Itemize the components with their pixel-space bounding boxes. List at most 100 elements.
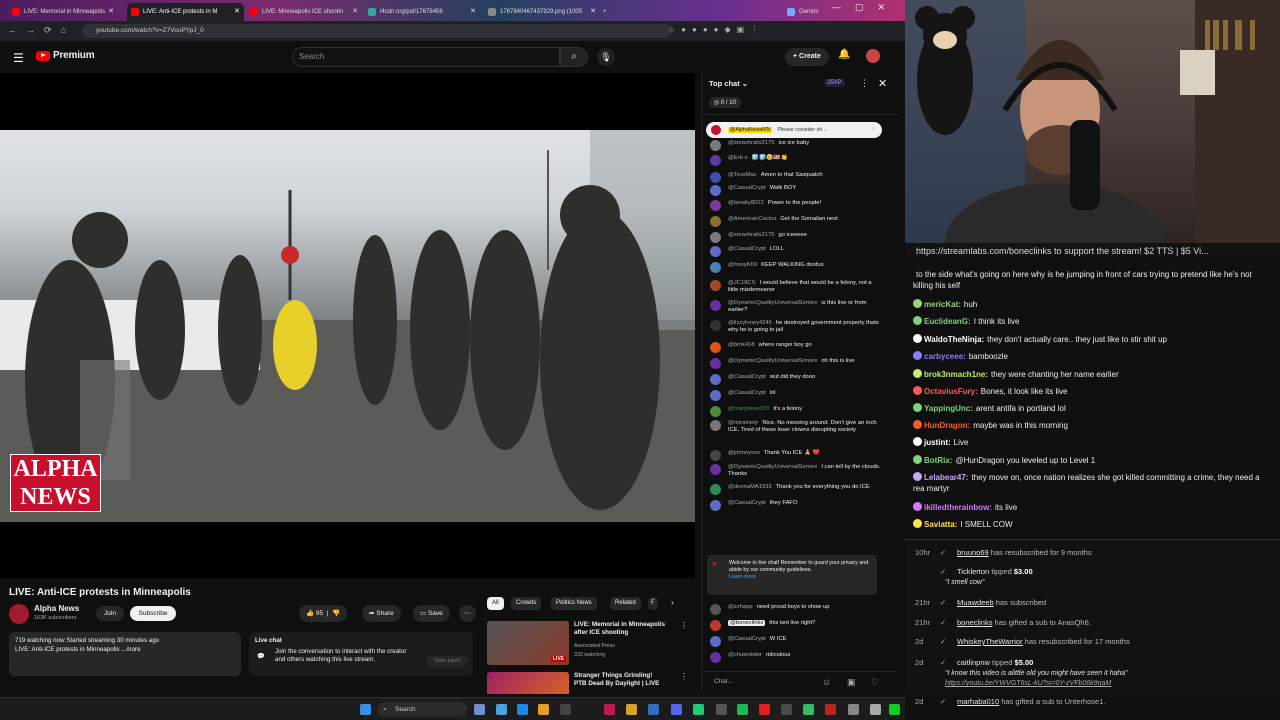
more-vertical-icon[interactable]: ⋮ (871, 122, 876, 138)
spotify-icon[interactable] (737, 704, 748, 715)
chat-message[interactable]: @CasualCrypt lol (710, 390, 882, 401)
checkmark-icon[interactable]: ✓ (940, 637, 946, 647)
chat-author[interactable]: @smashrails2175 (728, 140, 774, 146)
stream-chat-user[interactable]: WaldoTheNinja: (924, 335, 984, 344)
create-button[interactable]: + Create (785, 48, 829, 66)
chat-message[interactable]: @zzhapp need proud boys to show up (710, 604, 882, 615)
window-controls[interactable]: —▢✕ (832, 2, 899, 13)
search-input[interactable]: Search (292, 47, 560, 67)
chat-author[interactable]: @CasualCrypt (728, 185, 766, 191)
channel-name[interactable]: Alpha News (34, 604, 79, 613)
discord-icon[interactable] (671, 704, 682, 715)
more-vertical-icon[interactable]: ⋮ (680, 672, 687, 681)
chat-author[interactable]: @DynamicQualityUniversalSonore (728, 464, 817, 470)
checkmark-icon[interactable]: ✓ (940, 567, 946, 577)
taskbar-app-icon[interactable] (825, 704, 836, 715)
taskbar-app-icon[interactable] (496, 704, 507, 715)
event-user[interactable]: Ticklerton (957, 567, 989, 576)
chat-author[interactable]: @Erk-o (728, 155, 748, 161)
stream-chat-user[interactable]: YappingUnc: (924, 404, 973, 413)
stream-chat-user[interactable]: BotRix: (924, 456, 952, 465)
browser-tab[interactable]: i4cdn.org/pol/17678456 ✕ (364, 3, 480, 21)
checkmark-icon[interactable]: ✓ (940, 658, 946, 668)
taskbar-app-icon[interactable] (848, 704, 859, 715)
new-tab-button[interactable]: + (603, 3, 613, 21)
taskbar-app-icon[interactable] (693, 704, 704, 715)
checkmark-icon[interactable]: ✓ (940, 618, 946, 628)
chat-author[interactable]: @johnnysss (728, 450, 760, 456)
chat-message[interactable]: @DynamicQualityUniversalSonore I can tell… (710, 464, 882, 478)
close-tab-icon[interactable]: ✕ (352, 3, 358, 21)
chat-author[interactable]: @donnaMA1933 (728, 484, 772, 490)
join-button[interactable]: Join (96, 606, 124, 621)
recommended-video[interactable]: LIVE LIVE: Memorial in Minneapolis after … (487, 621, 688, 665)
account-avatar[interactable] (866, 49, 880, 63)
chat-message[interactable]: @DynamicQualityUniversalSonore is this li… (710, 300, 882, 314)
tip-link[interactable]: https://youtu.be/YWVGT6sL-kU?si=0Y-zVFb0… (945, 680, 1111, 687)
chat-message[interactable]: @DynamicQualityUniversalSonore oh this is… (710, 358, 882, 369)
search-button[interactable]: ⌕ (560, 47, 588, 67)
chevron-right-icon[interactable]: › (671, 598, 674, 607)
chat-message[interactable]: @CasualCrypt they FAFO (710, 500, 882, 511)
chat-author[interactable]: @bmk418 (728, 342, 755, 348)
channel-avatar[interactable] (9, 604, 29, 624)
chat-author[interactable]: @CasualCrypt (728, 374, 766, 380)
chat-message[interactable]: @foreyK69 KEEP WALKING doofus (710, 262, 882, 273)
browser-tab[interactable]: LIVE: Memorial in Minneapolis ✕ (8, 3, 118, 21)
browser-tab[interactable]: LIVE: Minneapolis ICE shootin ✕ (246, 3, 362, 21)
xp-badge[interactable]: 25XP (824, 79, 845, 87)
chat-author[interactable]: @CasualCrypt (728, 500, 766, 506)
recommended-video[interactable]: Stranger Things Grinding! PTB Dead By Day… (487, 672, 687, 694)
stream-chat-user[interactable]: carbyceee: (924, 352, 966, 361)
close-tab-icon[interactable]: ✕ (590, 3, 596, 21)
checkmark-icon[interactable]: ✓ (940, 598, 946, 608)
chat-author[interactable]: @TessMac (728, 172, 757, 178)
chat-goal-counter[interactable]: ◎ 0 / 10 (709, 97, 741, 108)
share-button[interactable]: ➦ Share (362, 605, 401, 622)
chat-author[interactable]: @DynamicQualityUniversalSonore (728, 358, 817, 364)
gift-icon[interactable]: ▣ (847, 672, 856, 692)
close-tab-icon[interactable]: ✕ (108, 3, 114, 21)
chip-more[interactable]: F (648, 597, 658, 610)
stream-chat-user[interactable]: ikilledtherainbow: (924, 503, 992, 512)
chat-message[interactable]: @chuteslider ridiculous (710, 652, 882, 663)
checkmark-icon[interactable]: ✓ (940, 697, 946, 707)
stream-chat-user[interactable]: OctaviusFury: (924, 387, 978, 396)
chat-message[interactable]: @boneclinks this isnt live right? (710, 620, 882, 631)
taskbar-app-icon[interactable] (560, 704, 571, 715)
taskbar-app-icon[interactable] (474, 704, 485, 715)
chat-message[interactable]: @donnaMA1933 Thank you for everything you… (710, 484, 882, 495)
chat-author[interactable]: @AmericanCactus (728, 216, 776, 222)
event-user[interactable]: WhiskeyTheWarrior (957, 637, 1023, 646)
chat-message[interactable]: @johnnysss Thank You ICE 🙏 ❤️ (710, 450, 882, 461)
taskbar-app-icon[interactable] (889, 704, 900, 715)
chat-message[interactable]: @AmericanCactus Get the Somalian next (710, 216, 882, 227)
chip-related[interactable]: Related (610, 597, 641, 610)
chip-politics-news[interactable]: Politics News (551, 597, 597, 610)
close-chat-icon[interactable]: ✕ (878, 77, 887, 90)
stream-chat-user[interactable]: justint: (924, 438, 951, 447)
chat-message[interactable]: @CasualCrypt wut did they dooo (710, 374, 882, 385)
notifications-bell-icon[interactable]: 🔔 (838, 49, 850, 60)
top-chat-dropdown[interactable]: Top chat ⌄ (709, 79, 748, 88)
emoji-icon[interactable]: ☺ (822, 672, 831, 692)
close-tab-icon[interactable]: ✕ (470, 3, 476, 21)
taskbar-app-icon[interactable] (604, 704, 615, 715)
chat-author[interactable]: @zzhapp (728, 604, 753, 610)
chat-author[interactable]: @smashrails2175 (728, 232, 774, 238)
more-vertical-icon[interactable]: ⋮ (680, 621, 688, 630)
chat-author[interactable]: @CasualCrypt (728, 246, 766, 252)
chat-message[interactable]: @CasualCrypt Walk BOY (710, 185, 882, 196)
chat-author[interactable]: @JC18CS (728, 280, 755, 286)
taskbar-app-icon[interactable] (716, 704, 727, 715)
video-player[interactable]: ALPHA NEWS (0, 73, 695, 578)
browser-tab-active[interactable]: LIVE: Anti-ICE protests in M ✕ (127, 3, 244, 21)
learn-more-link[interactable]: Learn more (729, 574, 871, 581)
chat-author[interactable]: @boneclinks (728, 620, 766, 626)
chat-message[interactable]: @smashrails2175 go iceeeee (710, 232, 882, 243)
like-dislike-button[interactable]: 👍 95 | 👎 (299, 605, 348, 622)
chat-message[interactable]: @CasualCrypt LOLL (710, 246, 882, 257)
hamburger-menu-icon[interactable]: ☰ (13, 51, 24, 65)
chat-message[interactable]: @lizzyloney4245 he destroyed government p… (710, 320, 882, 334)
stream-chat-user[interactable]: mericKat: (924, 300, 961, 309)
